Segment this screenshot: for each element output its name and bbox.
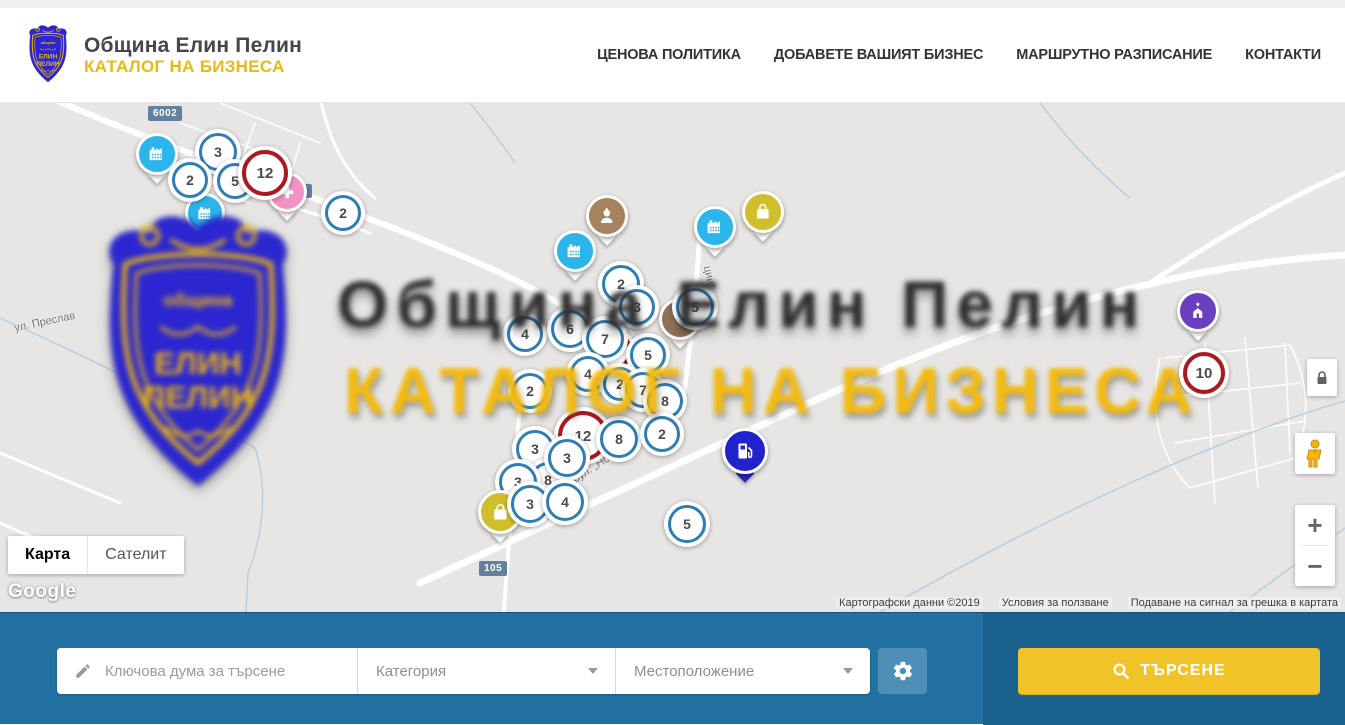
cluster-marker[interactable]: 3 bbox=[544, 435, 590, 481]
main-nav: ЦЕНОВА ПОЛИТИКА ДОБАВЕТЕ ВАШИЯТ БИЗНЕС МАР… bbox=[597, 47, 1321, 63]
cluster-count: 10 bbox=[1183, 352, 1225, 394]
map-type-satellite-button[interactable]: Сателит bbox=[87, 536, 183, 574]
zoom-out-button[interactable]: − bbox=[1295, 546, 1335, 586]
svg-text:ПЕЛИН: ПЕЛИН bbox=[36, 61, 60, 68]
map-type-map-button[interactable]: Карта bbox=[8, 536, 87, 574]
site-title: Община Елин Пелин bbox=[84, 34, 302, 58]
map-type-control: Карта Сателит bbox=[8, 536, 184, 574]
map-canvas[interactable]: 6002105ул. Преславбул. „Новоселции“ 3251… bbox=[0, 103, 1345, 612]
search-button-label: ТЪРСЕНЕ bbox=[1140, 662, 1225, 680]
gear-icon bbox=[892, 660, 914, 682]
chevron-down-icon bbox=[588, 668, 598, 674]
nav-link[interactable]: КОНТАКТИ bbox=[1245, 47, 1321, 63]
factory-pin-marker[interactable] bbox=[554, 230, 596, 272]
zoom-in-button[interactable]: + bbox=[1295, 505, 1335, 545]
cluster-count: 2 bbox=[325, 195, 361, 231]
fuel-pin-marker[interactable] bbox=[722, 428, 768, 474]
cluster-count: 2 bbox=[512, 373, 548, 409]
cluster-marker[interactable]: 2 bbox=[321, 191, 365, 235]
google-logo[interactable]: Google bbox=[8, 581, 76, 603]
factory-pin-marker[interactable] bbox=[694, 206, 736, 248]
cluster-marker[interactable]: 5 bbox=[664, 501, 710, 547]
cluster-count: 5 bbox=[676, 288, 714, 326]
cluster-marker[interactable]: 4 bbox=[542, 479, 588, 525]
nav-link[interactable]: ЦЕНОВА ПОЛИТИКА bbox=[597, 47, 741, 63]
attribution-link[interactable]: Подаване на сигнал за грешка в картата bbox=[1128, 597, 1341, 609]
factory-icon bbox=[554, 230, 596, 272]
road-number-label: 6002 bbox=[148, 106, 182, 121]
cluster-count: 12 bbox=[242, 150, 288, 196]
municipality-shield-logo: община ЕЛИН ПЕЛИН bbox=[25, 25, 71, 85]
attribution-link[interactable]: Картографски данни ©2019 bbox=[836, 597, 983, 609]
top-strip bbox=[0, 0, 1345, 8]
category-select-value: Категория bbox=[376, 663, 446, 680]
location-select[interactable]: Местоположение bbox=[615, 648, 870, 694]
map-attribution: Картографски данни ©2019 Условия за ползв… bbox=[836, 597, 1341, 609]
search-icon bbox=[1112, 662, 1130, 680]
search-button[interactable]: ТЪРСЕНЕ bbox=[1018, 648, 1320, 694]
site-logo[interactable]: община ЕЛИН ПЕЛИН Община Елин Пелин КАТА… bbox=[25, 25, 302, 85]
cluster-marker[interactable]: 4 bbox=[503, 312, 547, 356]
map-lock-button[interactable] bbox=[1307, 359, 1337, 396]
cluster-count: 5 bbox=[668, 505, 706, 543]
pegman-control[interactable] bbox=[1295, 433, 1335, 474]
cluster-marker[interactable]: 5 bbox=[672, 284, 718, 330]
advanced-settings-button[interactable] bbox=[878, 648, 927, 694]
cluster-count: 3 bbox=[548, 439, 586, 477]
cluster-count: 2 bbox=[172, 162, 208, 198]
chevron-down-icon bbox=[843, 668, 853, 674]
search-bar: Категория Местоположение ТЪРСЕНЕ bbox=[0, 612, 1345, 724]
cluster-marker[interactable]: 2 bbox=[168, 158, 212, 202]
keyword-field-wrap bbox=[57, 648, 357, 694]
pegman-icon bbox=[1304, 439, 1326, 469]
church-pin-marker[interactable] bbox=[1177, 290, 1219, 332]
cluster-count: 4 bbox=[546, 483, 584, 521]
keyword-input[interactable] bbox=[57, 648, 357, 694]
site-subtitle: КАТАЛОГ НА БИЗНЕСА bbox=[84, 57, 302, 76]
cluster-count: 2 bbox=[644, 416, 680, 452]
road-number-label: 105 bbox=[479, 561, 507, 576]
category-select[interactable]: Категория bbox=[357, 648, 615, 694]
nav-link[interactable]: МАРШРУТНО РАЗПИСАНИЕ bbox=[1016, 47, 1212, 63]
cluster-marker[interactable]: 2 bbox=[508, 369, 552, 413]
markers-layer: 325122235134675427821282383334510 bbox=[0, 103, 1345, 612]
cluster-count: 4 bbox=[507, 316, 543, 352]
factory-icon bbox=[694, 206, 736, 248]
svg-text:община: община bbox=[41, 41, 56, 45]
svg-text:ЕЛИН: ЕЛИН bbox=[39, 54, 58, 61]
cluster-count: 8 bbox=[600, 420, 638, 458]
zoom-control: + − bbox=[1295, 505, 1335, 586]
fuel-icon bbox=[722, 428, 768, 474]
pencil-icon bbox=[74, 662, 92, 680]
site-header: община ЕЛИН ПЕЛИН Община Елин Пелин КАТА… bbox=[0, 8, 1345, 103]
cluster-marker[interactable]: 10 bbox=[1179, 348, 1229, 398]
bag-pin-marker[interactable] bbox=[742, 191, 784, 233]
cluster-count: 3 bbox=[619, 289, 655, 325]
cluster-marker[interactable]: 8 bbox=[596, 416, 642, 462]
church-icon bbox=[1177, 290, 1219, 332]
nav-link[interactable]: ДОБАВЕТЕ ВАШИЯТ БИЗНЕС bbox=[774, 47, 983, 63]
cluster-marker[interactable]: 2 bbox=[640, 412, 684, 456]
cluster-marker[interactable]: 12 bbox=[238, 146, 292, 200]
bag-icon bbox=[742, 191, 784, 233]
attribution-link[interactable]: Условия за ползване bbox=[999, 597, 1112, 609]
search-fields: Категория Местоположение bbox=[57, 648, 870, 694]
location-select-value: Местоположение bbox=[634, 663, 754, 680]
lock-icon bbox=[1315, 370, 1329, 386]
